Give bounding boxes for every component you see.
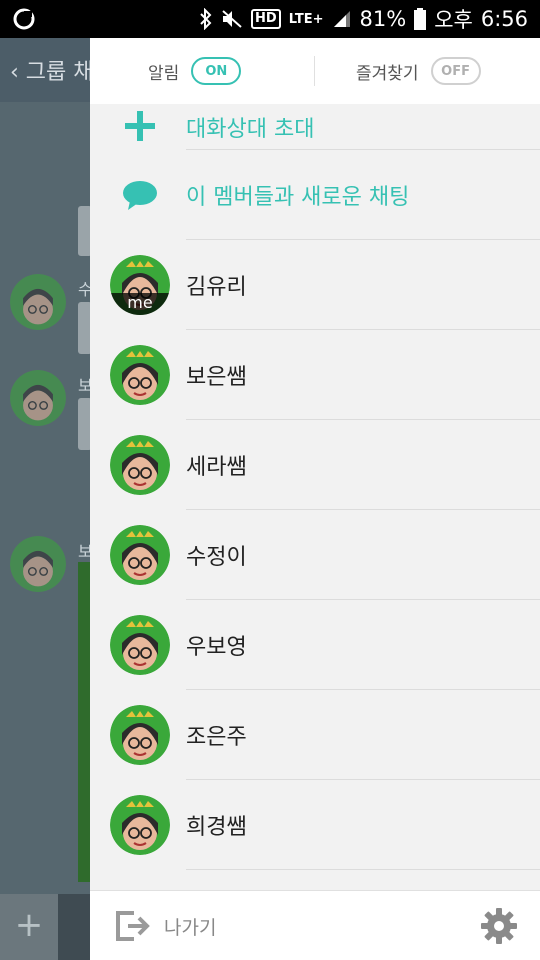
member-name: 수정이 (186, 545, 247, 570)
avatar (10, 274, 66, 330)
avatar (10, 536, 66, 592)
time-ampm: 오후 (434, 8, 473, 32)
member-name: 김유리 (186, 275, 247, 300)
favorite-setting: 즐겨찾기 OFF (356, 38, 481, 104)
member-name: 조은주 (186, 725, 247, 750)
member-name: 세라쌤 (186, 455, 247, 480)
member-name: 보은쌤 (186, 365, 247, 390)
notification-label: 알림 (148, 63, 180, 84)
leave-chat-label: 나가기 (164, 916, 217, 939)
avatar (110, 615, 170, 675)
member-row[interactable]: 조은주 (90, 690, 540, 780)
mute-icon (221, 9, 243, 29)
gear-icon[interactable] (480, 907, 518, 945)
chat-bubble-icon (110, 165, 170, 225)
member-row[interactable]: 희경쌤 (90, 780, 540, 870)
avatar (10, 370, 66, 426)
status-bar: HD LTE+ 81% 오후 6:56 (0, 0, 540, 38)
signal-icon (332, 9, 352, 29)
avatar (110, 435, 170, 495)
network-type: LTE+ (288, 11, 324, 27)
drawer-list: 대화상대 초대 이 멤버들과 새로운 채팅 me 김유리 보은쌤 세라쌤 수정이… (90, 104, 540, 870)
plus-icon (110, 96, 170, 156)
notification-toggle[interactable]: ON (191, 57, 242, 85)
favorite-label: 즐겨찾기 (356, 63, 419, 84)
drawer-top-bar: 알림 ON 즐겨찾기 OFF (90, 38, 540, 104)
battery-percent: 81% (359, 7, 407, 31)
attach-plus-icon: + (0, 894, 58, 960)
drawer-footer: 나가기 (90, 890, 540, 960)
leave-chat-button[interactable]: 나가기 (114, 907, 216, 945)
member-row[interactable]: 세라쌤 (90, 420, 540, 510)
avatar (110, 705, 170, 765)
avatar: me (110, 255, 170, 315)
back-chevron-icon: ‹ (10, 60, 26, 85)
app-notification-icon (13, 8, 35, 30)
avatar (110, 525, 170, 585)
chat-side-drawer: 알림 ON 즐겨찾기 OFF 대화상대 초대 이 멤버들과 새로운 채팅 me (90, 38, 540, 960)
member-row[interactable]: 우보영 (90, 600, 540, 690)
new-chat-label: 이 멤버들과 새로운 채팅 (186, 185, 410, 210)
avatar (110, 795, 170, 855)
hd-voice-icon: HD (251, 9, 281, 29)
member-name: 희경쌤 (186, 815, 247, 840)
avatar (110, 345, 170, 405)
chat-title-text: 그룹 채 (25, 60, 94, 85)
member-row[interactable]: me 김유리 (90, 240, 540, 330)
member-name: 우보영 (186, 635, 247, 660)
new-chat-with-members-button[interactable]: 이 멤버들과 새로운 채팅 (90, 150, 540, 240)
clock: 6:56 (480, 7, 528, 31)
member-row[interactable]: 보은쌤 (90, 330, 540, 420)
me-badge: me (110, 293, 170, 315)
battery-icon (414, 8, 427, 30)
exit-icon (116, 911, 150, 941)
favorite-toggle[interactable]: OFF (430, 57, 481, 85)
member-row[interactable]: 수정이 (90, 510, 540, 600)
invite-friends-button[interactable]: 대화상대 초대 (90, 104, 540, 150)
chat-title: ‹ 그룹 채 (10, 54, 94, 86)
bluetooth-icon (199, 8, 213, 30)
